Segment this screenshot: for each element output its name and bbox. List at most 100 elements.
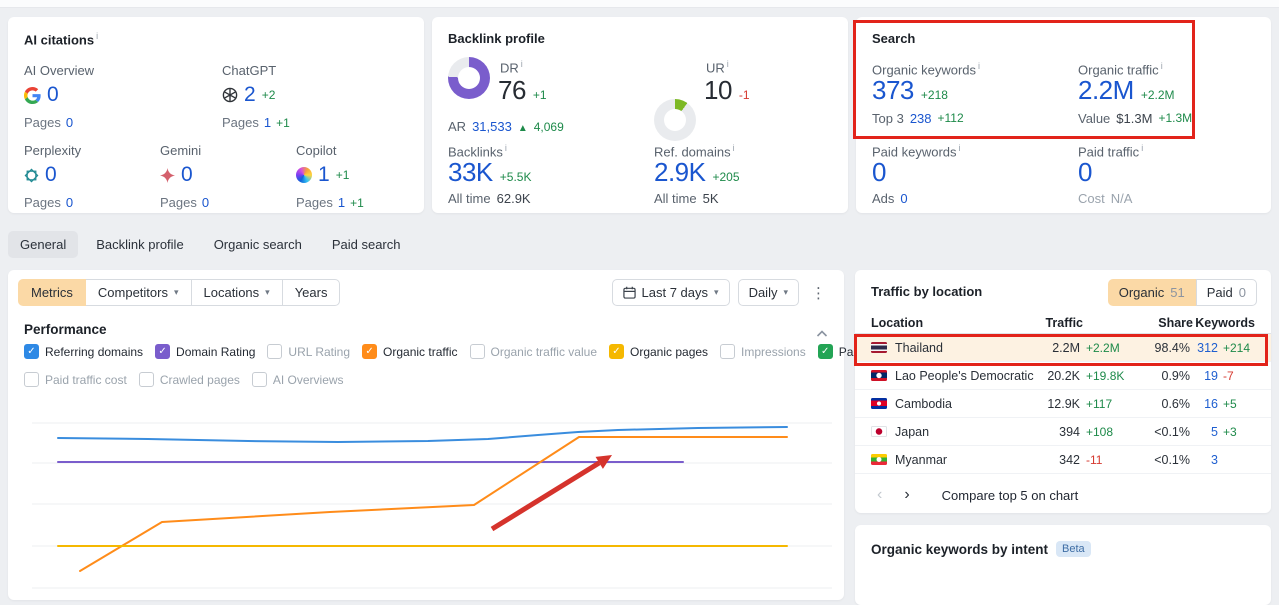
- info-icon[interactable]: i: [733, 143, 735, 153]
- checkbox-crawled-pages[interactable]: Crawled pages: [138, 372, 240, 387]
- ai-item-label: Copilot: [296, 143, 337, 158]
- pages-count-link[interactable]: 0: [66, 115, 73, 130]
- ai-item-label: Perplexity: [24, 143, 82, 158]
- collapse-chevron-icon[interactable]: [816, 326, 828, 341]
- table-row-cambodia[interactable]: Cambodia 12.9K +117 0.6% 16 +5: [855, 390, 1271, 418]
- keywords-delta: +3: [1223, 424, 1237, 439]
- checkbox-referring-domains[interactable]: Referring domains: [24, 344, 143, 359]
- checkbox-box[interactable]: [469, 344, 485, 359]
- tab-backlink-profile[interactable]: Backlink profile: [84, 231, 195, 258]
- next-page-icon[interactable]: ›: [898, 487, 915, 503]
- checkbox-box[interactable]: [267, 344, 283, 359]
- compare-top5-link[interactable]: Compare top 5 on chart: [942, 488, 1079, 503]
- chatgpt-count[interactable]: 2: [244, 83, 256, 107]
- ref-domains-value-link[interactable]: 2.9K: [654, 157, 706, 188]
- checkbox-box[interactable]: [720, 344, 736, 359]
- keywords-link[interactable]: 16: [1190, 397, 1218, 411]
- checkbox-organic-pages[interactable]: Organic pages: [609, 344, 708, 359]
- info-icon[interactable]: i: [521, 59, 523, 69]
- google-icon: [24, 86, 41, 104]
- search-card: Search Organic keywords i 373 +218 Top 3 …: [856, 17, 1271, 213]
- perplexity-count[interactable]: 0: [45, 163, 57, 187]
- checkbox-paid-traffic-cost[interactable]: Paid traffic cost: [24, 372, 127, 387]
- table-row-japan[interactable]: Japan 394 +108 <0.1% 5 +3: [855, 418, 1271, 446]
- keywords-link[interactable]: 5: [1190, 425, 1218, 439]
- ai-overview-count[interactable]: 0: [47, 83, 59, 107]
- checkbox-label: Organic traffic value: [490, 344, 598, 359]
- paid-toggle-button[interactable]: Paid 0: [1195, 279, 1257, 306]
- paid-keywords-value-link[interactable]: 0: [872, 157, 886, 187]
- pages-count-link[interactable]: 1: [264, 115, 271, 130]
- ar-label: AR: [448, 119, 467, 134]
- traffic-value: 2.2M: [1052, 340, 1080, 355]
- organic-toggle-button[interactable]: Organic 51: [1107, 279, 1196, 306]
- ai-item-label: ChatGPT: [222, 63, 277, 78]
- checkbox-box[interactable]: [817, 344, 833, 359]
- checkbox-box[interactable]: [251, 372, 267, 387]
- country-name: Lao People's Democratic Reput: [895, 368, 1034, 383]
- chevron-down-icon: ▾: [265, 287, 270, 297]
- checkbox-label: Domain Rating: [176, 344, 256, 359]
- keywords-link[interactable]: 19: [1190, 369, 1218, 383]
- years-button[interactable]: Years: [281, 279, 341, 306]
- tab-general[interactable]: General: [8, 231, 79, 258]
- more-options-icon[interactable]: ⋮: [807, 284, 830, 302]
- table-row-laos[interactable]: Lao People's Democratic Reput 20.2K +19.…: [855, 362, 1271, 390]
- info-icon[interactable]: i: [505, 143, 507, 153]
- checkbox-impressions[interactable]: Impressions: [720, 344, 806, 359]
- keywords-link[interactable]: 312: [1190, 341, 1218, 355]
- paid-traffic-value-link[interactable]: 0: [1078, 157, 1092, 187]
- checkbox-box[interactable]: [24, 344, 39, 359]
- info-icon[interactable]: i: [1161, 61, 1163, 71]
- checkbox-box[interactable]: [138, 372, 154, 387]
- checkbox-url-rating[interactable]: URL Rating: [267, 344, 350, 359]
- ar-delta: 4,069: [533, 120, 564, 134]
- keywords-delta: +5: [1223, 396, 1237, 411]
- top3-value-link[interactable]: 238: [910, 111, 932, 126]
- checkbox-box[interactable]: [362, 344, 378, 359]
- organic-traffic-value-link[interactable]: 2.2M: [1078, 75, 1134, 106]
- chatgpt-delta: +2: [261, 88, 276, 102]
- checkbox-ai-overviews[interactable]: AI Overviews: [251, 372, 344, 387]
- checkbox-box[interactable]: [155, 344, 171, 359]
- tab-paid-search[interactable]: Paid search: [320, 231, 413, 258]
- ads-value-link[interactable]: 0: [900, 191, 907, 206]
- ar-value-link[interactable]: 31,533: [472, 119, 512, 134]
- chevron-down-icon: ▾: [173, 287, 179, 297]
- organic-keywords-value-link[interactable]: 373: [872, 75, 914, 106]
- ai-item-chatgpt: ChatGPT 2 +2 Pages 1 +1: [222, 63, 290, 130]
- checkbox-box[interactable]: [24, 372, 39, 387]
- checkbox-organic-traffic-value[interactable]: Organic traffic value: [469, 344, 598, 359]
- pages-count-link[interactable]: 0: [66, 195, 73, 210]
- pages-count-link[interactable]: 0: [202, 195, 209, 210]
- date-range-dropdown[interactable]: Last 7 days ▾: [611, 279, 730, 306]
- pages-count-link[interactable]: 1: [338, 195, 345, 210]
- locations-dropdown[interactable]: Locations ▾: [190, 279, 283, 306]
- competitors-dropdown[interactable]: Competitors ▾: [84, 279, 192, 306]
- info-icon[interactable]: i: [96, 31, 98, 41]
- performance-chart[interactable]: [8, 405, 844, 605]
- info-icon[interactable]: i: [727, 59, 729, 69]
- ur-value: 10: [704, 75, 732, 105]
- table-row-myanmar[interactable]: Myanmar 342 -11 <0.1% 3: [855, 446, 1271, 474]
- previous-page-icon[interactable]: ‹: [871, 487, 888, 503]
- info-icon[interactable]: i: [978, 61, 980, 71]
- gemini-count[interactable]: 0: [181, 163, 193, 187]
- info-icon[interactable]: i: [959, 143, 961, 153]
- keywords-link[interactable]: 3: [1190, 453, 1218, 467]
- checkbox-domain-rating[interactable]: Domain Rating: [155, 344, 255, 359]
- backlinks-value-link[interactable]: 33K: [448, 157, 493, 188]
- info-icon[interactable]: i: [1141, 143, 1143, 153]
- tab-organic-search[interactable]: Organic search: [202, 231, 314, 258]
- granularity-dropdown[interactable]: Daily ▾: [737, 279, 799, 306]
- checkbox-box[interactable]: [609, 344, 624, 359]
- table-row-thailand[interactable]: Thailand 2.2M +2.2M 98.4% 312 +214: [855, 334, 1271, 362]
- traffic-value: 20.2K: [1047, 368, 1080, 383]
- metrics-button[interactable]: Metrics: [18, 279, 86, 306]
- ai-item-copilot: Copilot 1 +1 Pages 1 +1: [296, 143, 364, 210]
- copilot-count[interactable]: 1: [318, 163, 330, 187]
- checkbox-organic-traffic[interactable]: Organic traffic: [362, 344, 458, 359]
- organic-keywords-delta: +218: [920, 88, 948, 102]
- copilot-delta: +1: [335, 168, 350, 182]
- share-value: <0.1%: [1154, 452, 1190, 467]
